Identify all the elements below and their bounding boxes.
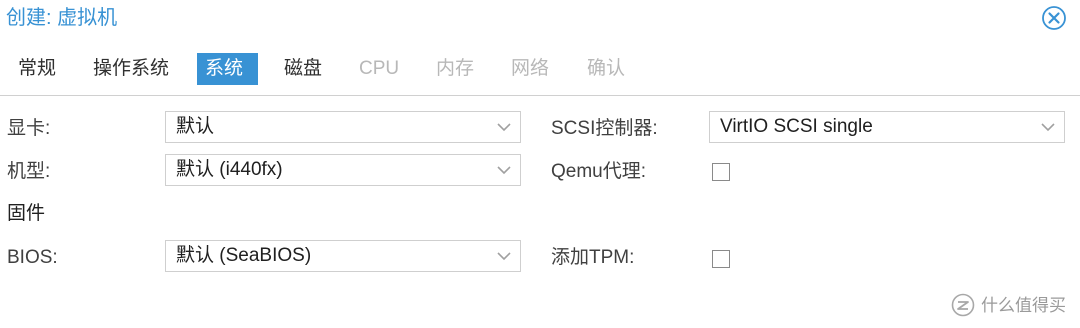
chevron-down-icon	[497, 123, 511, 132]
machine-label: 机型:	[7, 161, 51, 182]
system-settings-form: 显卡: 默认 机型: 默认 (i440fx) 固件 BIOS: 默认 (SeaB…	[0, 96, 1080, 328]
bios-label: BIOS:	[7, 247, 58, 268]
scsi-controller-label: SCSI控制器:	[551, 118, 658, 139]
tab-os[interactable]: 操作系统	[85, 53, 177, 85]
qemu-agent-label: Qemu代理:	[551, 161, 647, 182]
graphics-label: 显卡:	[7, 118, 51, 139]
add-tpm-checkbox[interactable]	[712, 250, 730, 268]
bios-select[interactable]: 默认 (SeaBIOS)	[165, 240, 521, 272]
close-icon	[1042, 6, 1066, 30]
machine-type-value: 默认 (i440fx)	[176, 159, 283, 180]
tab-general[interactable]: 常规	[10, 53, 64, 85]
tab-memory: 内存	[436, 58, 475, 79]
chevron-down-icon	[497, 166, 511, 175]
bios-value: 默认 (SeaBIOS)	[176, 245, 312, 266]
window-title: 创建: 虚拟机	[6, 7, 118, 29]
scsi-controller-value: VirtIO SCSI single	[720, 116, 873, 137]
watermark-text: 什么值得买	[981, 296, 1066, 315]
firmware-section-title: 固件	[7, 203, 46, 224]
machine-type-select[interactable]: 默认 (i440fx)	[165, 154, 521, 186]
close-button[interactable]	[1041, 5, 1067, 31]
scsi-controller-select[interactable]: VirtIO SCSI single	[709, 111, 1065, 143]
qemu-agent-checkbox[interactable]	[712, 163, 730, 181]
chevron-down-icon	[1041, 123, 1055, 132]
graphics-card-value: 默认	[176, 116, 215, 137]
graphics-card-select[interactable]: 默认	[165, 111, 521, 143]
window-titlebar: 创建: 虚拟机	[0, 0, 1080, 38]
chevron-down-icon	[497, 252, 511, 261]
wizard-tab-bar: 常规 操作系统 系统 磁盘 CPU 内存 网络 确认	[0, 38, 1080, 96]
tab-cpu: CPU	[359, 58, 400, 79]
tab-system[interactable]: 系统	[197, 53, 258, 85]
tab-network: 网络	[511, 58, 550, 79]
tab-disks[interactable]: 磁盘	[276, 53, 330, 85]
smzdm-logo-icon	[951, 293, 975, 317]
tab-confirm: 确认	[587, 58, 626, 79]
add-tpm-label: 添加TPM:	[551, 247, 635, 268]
